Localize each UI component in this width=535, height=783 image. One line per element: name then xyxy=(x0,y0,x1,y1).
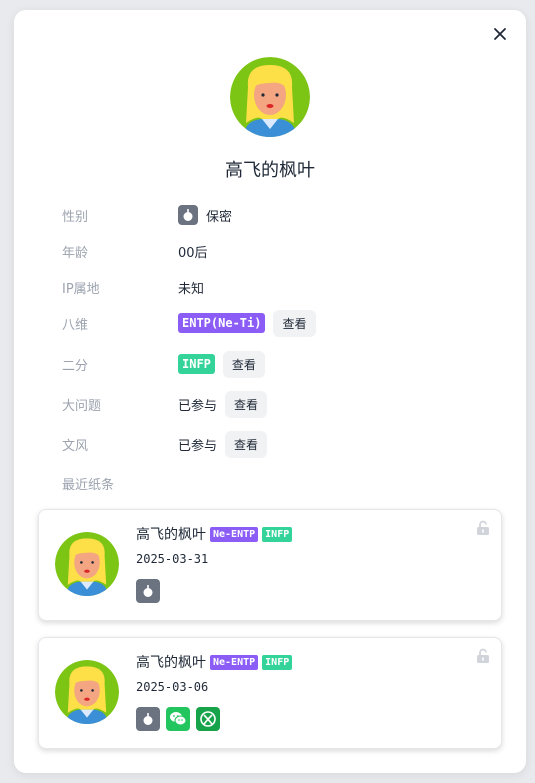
writing-style-view-button[interactable]: 查看 xyxy=(225,430,268,458)
note-card[interactable]: 高飞的枫叶 Ne-ENTP INFP 2025-03-06 xyxy=(38,637,502,749)
writing-style-label: 文风 xyxy=(62,438,89,454)
gender-secret-icon xyxy=(136,707,160,731)
gender-secret-icon xyxy=(178,205,198,225)
page-title: 高飞的枫叶 xyxy=(225,160,315,181)
note-date: 2025-03-06 xyxy=(136,680,209,694)
profile-modal: 高飞的枫叶 性别 保密 年龄 00后 IP属地 未知 八维 ENTP(Ne-Ti… xyxy=(14,10,526,773)
gender-value: 保密 xyxy=(206,209,233,225)
note-tag-ne-entp: Ne-ENTP xyxy=(210,526,259,542)
binary-label: 二分 xyxy=(62,358,89,374)
big-question-label: 大问题 xyxy=(62,398,102,414)
binary-tag: INFP xyxy=(178,354,215,374)
eight-dim-view-button[interactable]: 查看 xyxy=(273,309,316,337)
info-row-eight-dim: 八维 ENTP(Ne-Ti) 查看 xyxy=(62,309,316,337)
note-tag-infp: INFP xyxy=(262,654,293,670)
note-card[interactable]: 高飞的枫叶 Ne-ENTP INFP 2025-03-31 xyxy=(38,509,502,621)
recent-notes-label: 最近纸条 xyxy=(62,477,115,493)
eight-dim-label: 八维 xyxy=(62,317,89,333)
note-date: 2025-03-31 xyxy=(136,552,209,566)
big-question-value: 已参与 xyxy=(178,398,218,414)
note-author-name: 高飞的枫叶 xyxy=(136,655,206,671)
age-value: 00后 xyxy=(178,245,208,261)
info-row-binary: 二分 INFP 查看 xyxy=(62,350,265,378)
writing-style-value: 已参与 xyxy=(178,438,218,454)
gender-secret-icon xyxy=(136,579,160,603)
eight-dim-tag: ENTP(Ne-Ti) xyxy=(178,313,266,333)
ip-value: 未知 xyxy=(178,281,205,297)
unlock-icon[interactable] xyxy=(475,648,491,664)
note-tag-ne-entp: Ne-ENTP xyxy=(210,654,259,670)
unlock-icon[interactable] xyxy=(475,520,491,536)
avatar xyxy=(230,57,310,137)
info-row-ip: IP属地 未知 xyxy=(62,274,204,300)
note-author-name: 高飞的枫叶 xyxy=(136,527,206,543)
avatar xyxy=(55,660,119,724)
age-label: 年龄 xyxy=(62,245,89,261)
avatar xyxy=(55,532,119,596)
info-row-recent-notes: 最近纸条 xyxy=(62,470,178,496)
wechat-icon xyxy=(166,707,190,731)
info-row-writing-style: 文风 已参与 查看 xyxy=(62,430,268,458)
info-row-gender: 性别 保密 xyxy=(62,202,232,228)
note-tag-infp: INFP xyxy=(262,526,293,542)
binary-view-button[interactable]: 查看 xyxy=(222,350,265,378)
ip-label: IP属地 xyxy=(62,281,100,297)
info-row-big-question: 大问题 已参与 查看 xyxy=(62,390,268,418)
info-row-age: 年龄 00后 xyxy=(62,238,208,264)
big-question-view-button[interactable]: 查看 xyxy=(225,390,268,418)
close-icon[interactable] xyxy=(490,24,510,44)
xbox-icon xyxy=(196,707,220,731)
gender-label: 性别 xyxy=(62,209,89,225)
